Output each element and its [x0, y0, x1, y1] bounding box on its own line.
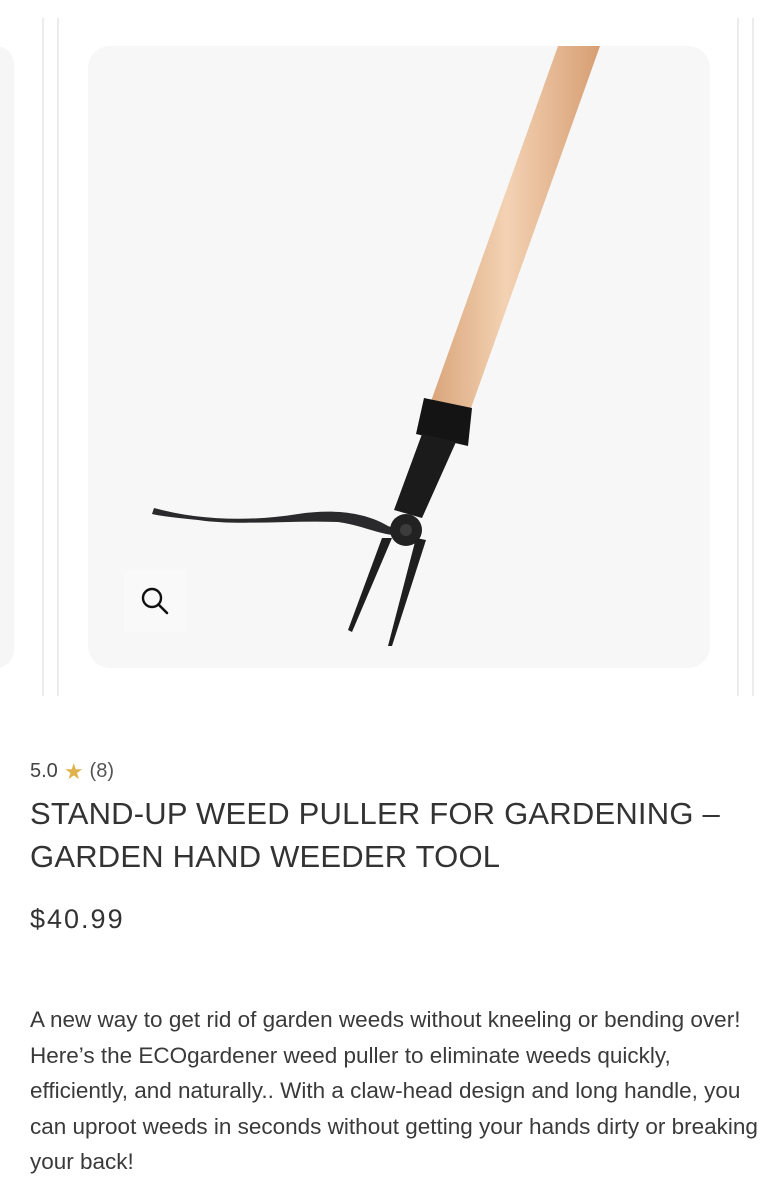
tine-right — [388, 538, 426, 646]
magnifier-icon — [141, 587, 169, 615]
slide-divider — [737, 18, 739, 696]
product-title: STAND-UP WEED PULLER FOR GARDENING – GAR… — [30, 796, 720, 874]
previous-slide-image[interactable] — [0, 46, 14, 668]
slide-divider — [752, 18, 754, 696]
product-price: $40.99 — [30, 904, 125, 934]
product-rating[interactable]: 5.0 ★ (8) — [30, 760, 114, 783]
rating-value: 5.0 — [30, 760, 58, 782]
tine-left — [348, 538, 392, 632]
slide-divider — [42, 18, 44, 696]
review-count[interactable]: (8) — [90, 760, 114, 783]
slide-divider — [57, 18, 59, 696]
product-description: A new way to get rid of garden weeds wit… — [30, 1007, 758, 1174]
wooden-handle — [430, 46, 600, 411]
claw-lever — [152, 508, 412, 536]
star-icon: ★ — [63, 758, 84, 784]
metal-shaft — [394, 434, 456, 518]
product-gallery[interactable] — [0, 0, 764, 700]
zoom-button[interactable] — [124, 570, 186, 632]
